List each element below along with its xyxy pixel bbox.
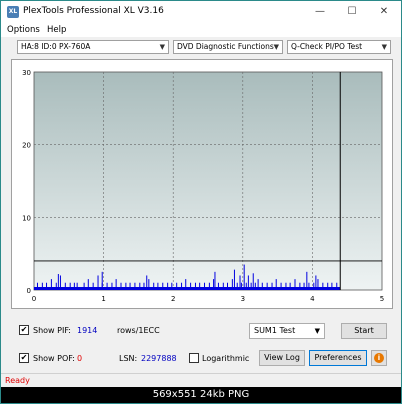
logarithmic-label: Logarithmic (202, 354, 250, 363)
function-select[interactable]: DVD Diagnostic Functions ▼ (173, 40, 283, 54)
plot-area (33, 71, 383, 291)
chevron-down-icon: ▼ (273, 43, 279, 51)
preferences-button[interactable]: Preferences (309, 350, 367, 366)
test-select-value: Q-Check PI/PO Test (291, 42, 363, 51)
x-tick-label: 5 (380, 295, 384, 303)
view-log-button[interactable]: View Log (259, 350, 305, 366)
sum-test-select[interactable]: SUM1 Test ▼ (249, 323, 325, 339)
y-tick-label: 30 (22, 69, 31, 77)
x-tick-label: 0 (32, 295, 36, 303)
pi-po-chart: 0 1 2 3 4 5 0 10 20 30 (22, 69, 384, 303)
show-pif-checkbox[interactable]: ✔ (19, 325, 29, 335)
x-tick-label: 3 (241, 295, 245, 303)
status-text: Ready (5, 376, 30, 385)
maximize-button[interactable]: ☐ (337, 1, 367, 23)
pif-value: 1914 (77, 326, 98, 335)
menu-help[interactable]: Help (47, 25, 66, 35)
lsn-label: LSN: (119, 354, 138, 363)
info-icon: i (374, 353, 384, 363)
title-bar: XL PlexTools Professional XL V3.16 — ☐ ✕ (1, 1, 401, 23)
drive-select-value: HA:8 ID:0 PX-760A (21, 42, 91, 51)
start-button[interactable]: Start (341, 323, 387, 339)
minimize-button[interactable]: — (305, 1, 335, 23)
logarithmic-checkbox[interactable] (189, 353, 199, 363)
chevron-down-icon: ▼ (314, 327, 320, 335)
pof-value: 0 (77, 354, 83, 363)
x-tick-label: 2 (171, 295, 175, 303)
window-title: PlexTools Professional XL V3.16 (23, 6, 164, 16)
baseline-band (34, 287, 341, 290)
test-select[interactable]: Q-Check PI/PO Test ▼ (287, 40, 391, 54)
menu-options[interactable]: Options (7, 25, 40, 35)
x-tick-label: 1 (101, 295, 105, 303)
image-caption: 569x551 24kb PNG (1, 387, 401, 403)
chart-frame: 0 1 2 3 4 5 0 10 20 30 (11, 59, 393, 309)
close-button[interactable]: ✕ (369, 1, 399, 23)
menu-bar: Options Help (1, 23, 401, 37)
chevron-down-icon: ▼ (159, 43, 165, 51)
sum-test-value: SUM1 Test (254, 326, 296, 335)
show-pof-label: Show POF: (33, 354, 75, 363)
main-window: XL PlexTools Professional XL V3.16 — ☐ ✕… (0, 0, 402, 404)
show-pif-label: Show PIF: (33, 326, 71, 335)
controls-panel: ✔ Show PIF: 1914 rows/1ECC SUM1 Test ▼ S… (11, 317, 393, 373)
x-tick-label: 4 (310, 295, 315, 303)
app-icon: XL (7, 6, 19, 18)
info-button[interactable]: i (371, 350, 387, 366)
show-pof-checkbox[interactable]: ✔ (19, 353, 29, 363)
drive-select[interactable]: HA:8 ID:0 PX-760A ▼ (17, 40, 169, 54)
function-select-value: DVD Diagnostic Functions (177, 42, 274, 51)
status-bar: Ready (1, 373, 401, 387)
y-tick-label: 0 (27, 287, 31, 295)
y-tick-label: 10 (22, 214, 31, 222)
y-tick-label: 20 (22, 142, 31, 150)
chevron-down-icon: ▼ (381, 43, 387, 51)
pif-unit: rows/1ECC (117, 326, 160, 335)
lsn-value: 2297888 (141, 354, 177, 363)
